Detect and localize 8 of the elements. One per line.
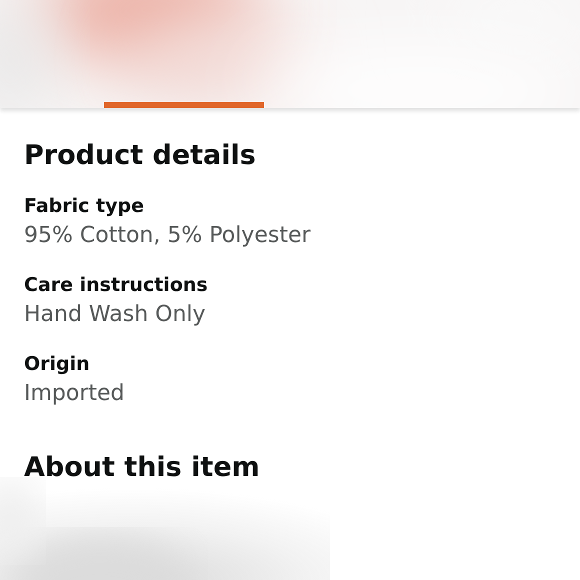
detail-label: Fabric type [24, 194, 146, 219]
detail-value: Imported [24, 380, 126, 408]
detail-value: 95% Cotton, 5% Polyester [24, 222, 312, 250]
section-title: About this item [24, 451, 261, 485]
detail-label: Origin [24, 352, 91, 377]
section-title: Product details [24, 139, 257, 173]
detail-label: Care instructions [24, 273, 209, 298]
detail-value: Hand Wash Only [24, 301, 207, 329]
